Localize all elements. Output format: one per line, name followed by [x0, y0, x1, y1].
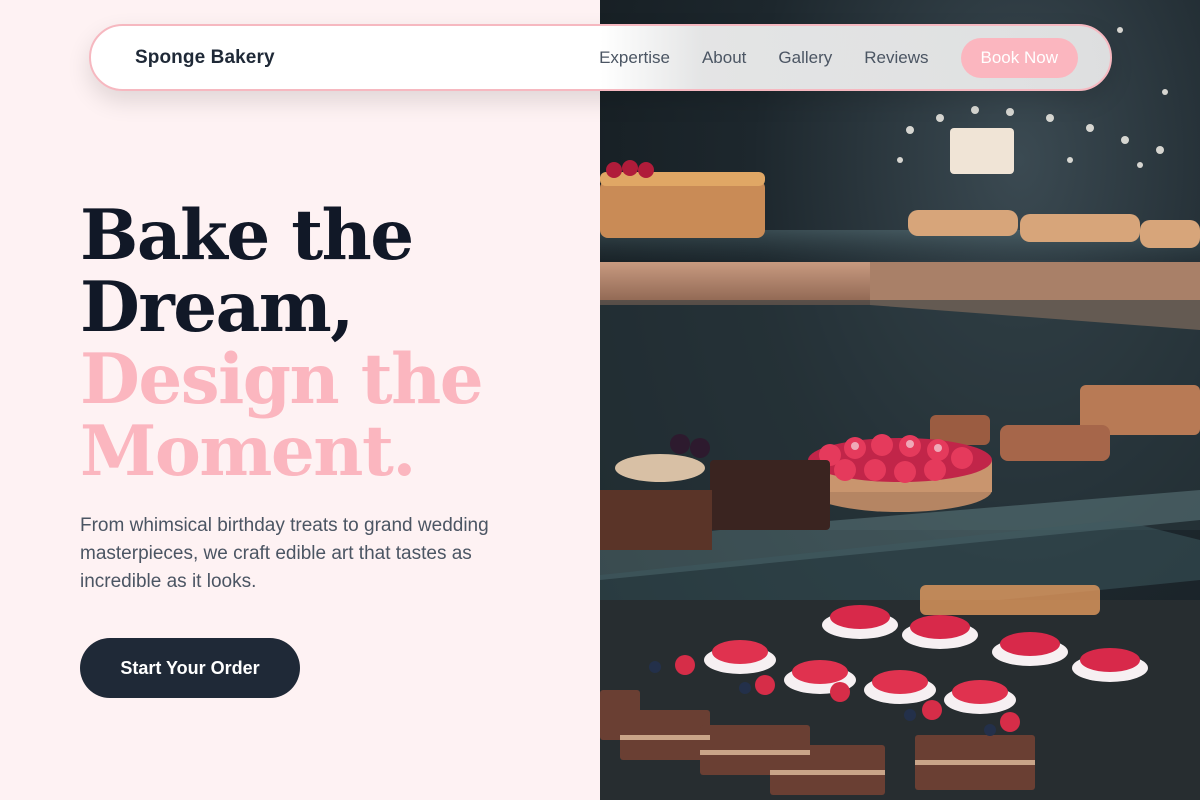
hero-subtitle: From whimsical birthday treats to grand …: [80, 515, 489, 592]
brand-logo-text[interactable]: Sponge Bakery: [135, 47, 275, 69]
headline-line-4: Moment.: [80, 411, 416, 492]
display-case-illustration: [600, 27, 1200, 800]
start-order-button[interactable]: Start Your Order: [80, 638, 300, 698]
bakery-display-photo: [600, 0, 1200, 800]
nav-links: Expertise About Gallery Reviews Book Now: [599, 37, 1078, 78]
nav-link-about[interactable]: About: [702, 48, 746, 68]
headline-line-1: Bake the: [80, 195, 414, 276]
nav-link-gallery[interactable]: Gallery: [778, 48, 832, 68]
hero-section: Bake the Dream, Design the Moment. From …: [80, 200, 560, 596]
nav-link-reviews[interactable]: Reviews: [864, 48, 928, 68]
headline-line-2: Dream,: [80, 267, 354, 348]
hero-headline: Bake the Dream, Design the Moment.: [80, 200, 560, 488]
headline-line-3: Design the: [80, 339, 484, 420]
nav-link-expertise[interactable]: Expertise: [599, 48, 670, 68]
book-now-button[interactable]: Book Now: [960, 37, 1078, 78]
top-navbar: Sponge Bakery Expertise About Gallery Re…: [89, 24, 1112, 91]
